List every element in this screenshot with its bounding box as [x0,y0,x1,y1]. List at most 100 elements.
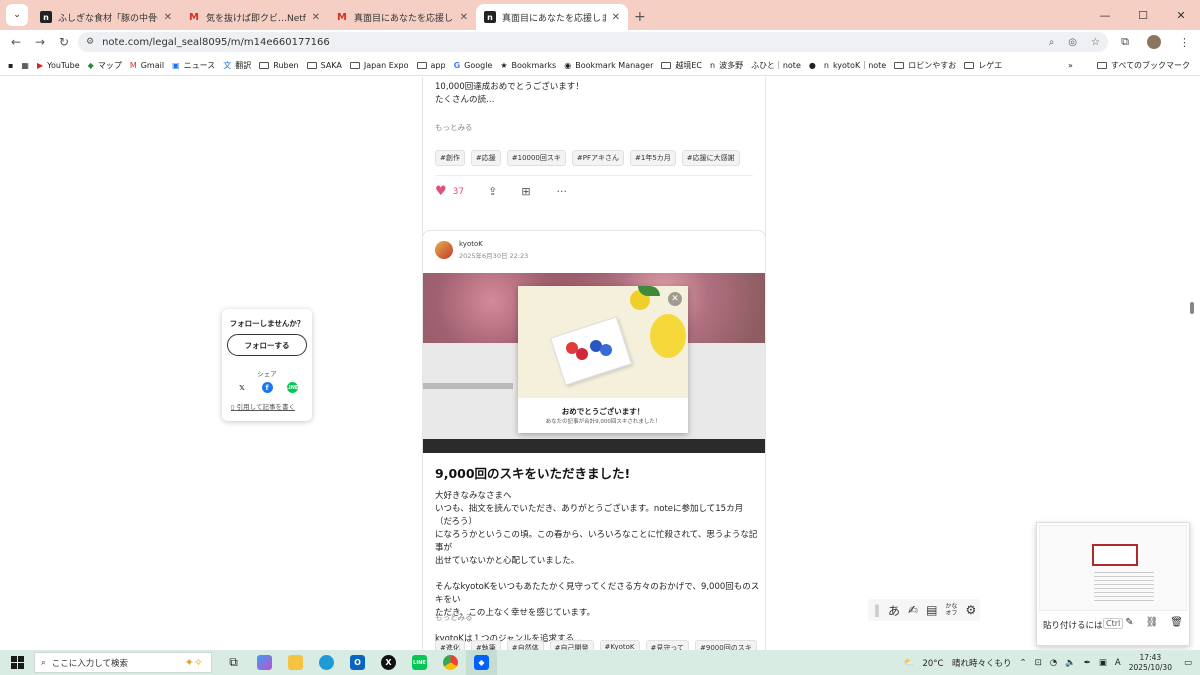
close-icon[interactable]: ✕ [312,12,320,23]
bookmark-gmail[interactable]: M Gmail [130,61,164,70]
notifications-icon[interactable]: ▭ [1184,658,1192,668]
tag[interactable]: #進化 [435,640,465,650]
heart-like-icon[interactable]: ♥ [435,184,447,199]
bookmark-youtube[interactable]: ▶ YouTube [37,61,80,70]
bookmark-bookmarks[interactable]: ★ Bookmarks [500,61,556,70]
bookmark-news[interactable]: ▣ ニュース [172,60,215,71]
profile-avatar[interactable] [1147,35,1161,49]
follow-button[interactable]: フォローする [227,334,307,356]
wifi-icon[interactable]: ◔ [1050,658,1057,668]
tag[interactable]: #自己開発 [549,640,594,650]
bookmark-ec[interactable]: 越境EC [661,60,702,71]
weather-icon[interactable]: ⛅ [904,658,915,668]
star-bookmark-icon[interactable]: ☆ [1091,37,1100,48]
chevron-up-icon[interactable]: ⌃ [1019,658,1026,668]
more-options-icon[interactable]: ··· [557,185,568,198]
dictionary-icon[interactable]: ▤ [926,603,937,617]
tag[interactable]: #創作 [435,150,465,166]
x-icon[interactable]: 𝕏 [237,382,248,393]
chrome-icon[interactable] [435,650,466,675]
tab-2[interactable]: M 気を抜けば即クビ…Netflixで学んだ ✕ [180,4,328,30]
close-window-icon[interactable]: ✕ [1162,0,1200,30]
drag-handle-icon[interactable]: ‖ [874,603,880,617]
zoom-icon[interactable]: ⌕ [1049,37,1055,48]
minimize-icon[interactable]: — [1086,0,1124,30]
windows-start-icon[interactable] [0,656,34,669]
pen-icon[interactable]: ✒ [1084,658,1091,668]
file-explorer-icon[interactable] [280,650,311,675]
clipboard-preview[interactable]: 貼り付けるには Ctrl ✎ ⛓ 🗑 [1036,522,1190,646]
tab-3[interactable]: M 真面目にあなたを応援しますね❤️ ✕ [328,4,476,30]
close-icon[interactable]: ✕ [612,12,620,23]
reading-list-icon[interactable]: ▪ [8,61,13,70]
chevron-right-double-icon[interactable]: » [1068,61,1073,70]
bookmark-saka[interactable]: SAKA [306,61,342,70]
clock[interactable]: 17:43 2025/10/30 [1129,653,1172,673]
tag[interactable]: #10000回スキ [506,150,566,166]
edge-icon[interactable] [311,650,342,675]
quote-article-link[interactable]: ▯ 引用して記事を書く [231,401,295,411]
forward-icon[interactable]: → [28,35,52,49]
taskbar-search[interactable]: ⌕ ここに入力して検索 ✦✧ [34,652,212,673]
all-bookmarks[interactable]: すべてのブックマーク [1096,60,1190,71]
close-icon[interactable]: ✕ [460,12,468,23]
network-icon[interactable]: ⊡ [1035,658,1042,668]
site-info-icon[interactable]: ⚙ [86,37,94,47]
ime-indicator[interactable]: A [1115,658,1121,668]
ime-mode[interactable]: あ [888,602,900,619]
handwriting-icon[interactable]: ✍ [908,603,918,617]
read-more-link[interactable]: もっとみる [435,612,473,623]
bookmark-japan-expo[interactable]: Japan Expo [349,61,409,70]
bookmark-ruben[interactable]: Ruben [259,61,299,70]
tag[interactable]: #KyotoK [599,640,640,650]
menu-kebab-icon[interactable]: ⋮ [1179,36,1190,49]
extensions-icon[interactable]: ⧉ [1121,35,1129,49]
bookmark-translate[interactable]: 文翻訳 [223,60,251,71]
link-icon[interactable]: ⛓ [1146,617,1159,628]
x-app-icon[interactable]: X [373,650,404,675]
copilot-icon[interactable] [249,650,280,675]
outlook-icon[interactable]: O [342,650,373,675]
bookmark-manager[interactable]: ◉ Bookmark Manager [564,61,653,70]
eye-off-icon[interactable]: ◎ [1068,37,1077,48]
bookmark-maps[interactable]: ◆ マップ [88,60,122,71]
maximize-icon[interactable]: ☐ [1124,0,1162,30]
post-thumbnail[interactable]: ✕ おめでとうございます！ あなたの記事が合計9,000回スキされました！ [423,273,765,453]
facebook-icon[interactable]: f [261,382,273,393]
dropbox-icon[interactable]: ◆ [466,650,497,675]
share-icon[interactable]: ⇪ [488,185,497,198]
screenshot-thumbnail[interactable] [1039,525,1187,611]
tab-4-active[interactable]: n 真面目にあなたを応援しますね❤️ ✕ [476,4,628,30]
close-icon[interactable]: ✕ [164,12,172,23]
apps-grid-icon[interactable]: ▦ [21,61,29,70]
line-icon[interactable]: LINE [286,382,298,393]
url-text[interactable]: note.com/legal_seal8095/m/m14e660177166 [102,37,330,48]
author-name[interactable]: kyotoK [459,240,528,248]
new-tab-button[interactable]: + [634,9,646,25]
tag[interactable]: #1年5カ月 [630,150,676,166]
address-bar[interactable]: ⚙ note.com/legal_seal8095/m/m14e66017716… [78,32,1108,52]
kana-toggle[interactable]: かな オフ [945,603,957,617]
bookmark-reggae[interactable]: レゲエ [964,60,1002,71]
tag[interactable]: #9000回のスキ [695,640,757,650]
bookmark-robin[interactable]: ロビンやすお [894,60,956,71]
tag[interactable]: #見守って [645,640,690,650]
read-more-link[interactable]: もっとみる [435,122,473,133]
tag[interactable]: #自然体 [506,640,544,650]
bookmark-globe[interactable]: ● [809,61,816,70]
author-avatar[interactable] [435,241,453,259]
tag[interactable]: #応援 [470,150,501,166]
reload-icon[interactable]: ↻ [52,35,76,49]
bookmark-google[interactable]: G Google [454,61,493,70]
scrollbar-thumb[interactable] [1190,302,1194,314]
line-app-icon[interactable]: LINE [404,650,435,675]
weather-text[interactable]: 20°C 晴れ時々くもり [922,657,1011,669]
settings-gear-icon[interactable]: ⚙ [965,603,976,617]
post-author[interactable]: kyotoK 2025年6月30日 22:23 [435,240,528,260]
tag[interactable]: #PFアキさん [571,150,625,166]
post-title[interactable]: 9,000回のスキをいただきました! [435,463,630,482]
tag[interactable]: #応援に大感謝 [681,150,740,166]
bookmark-kyotok[interactable]: n kyotoK｜note [824,60,886,71]
back-icon[interactable]: ← [4,35,28,49]
magazine-add-icon[interactable]: ⊞ [521,185,530,198]
